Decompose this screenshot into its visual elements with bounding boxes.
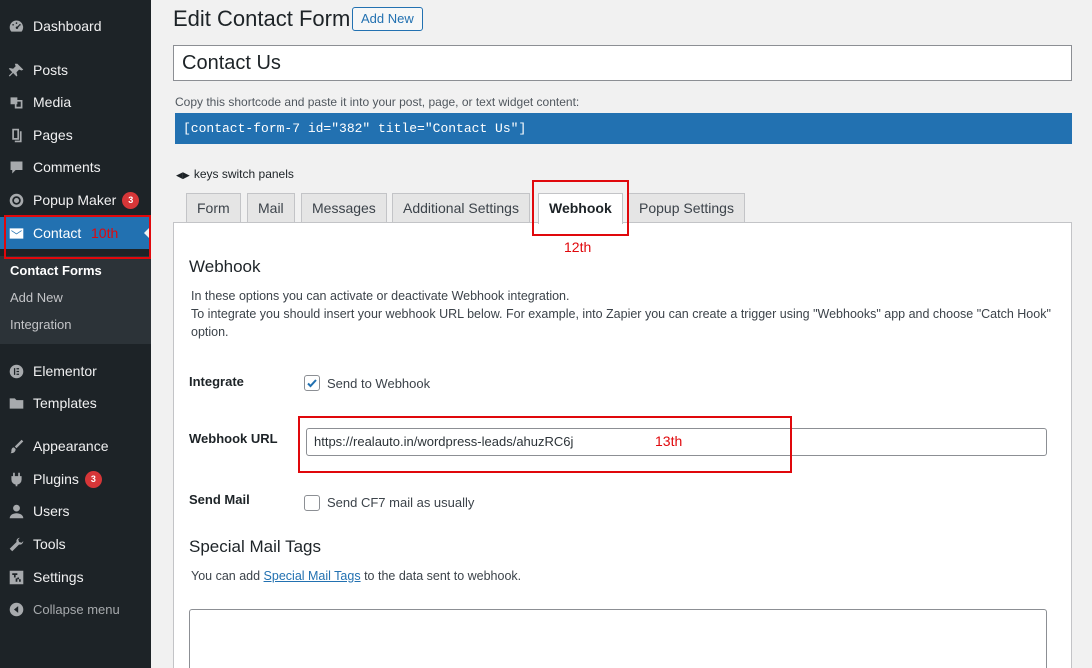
brush-icon (6, 436, 26, 456)
tab-popup-settings[interactable]: Popup Settings (628, 193, 745, 223)
menu-label: Templates (33, 395, 97, 411)
description-line-2: To integrate you should insert your webh… (191, 307, 1051, 339)
send-cf7-mail-label: Send CF7 mail as usually (327, 495, 475, 510)
collapse-icon (6, 599, 26, 619)
annotation-label-webhook-url: 13th (655, 433, 683, 449)
menu-label: Collapse menu (33, 601, 120, 617)
tab-form[interactable]: Form (186, 193, 241, 223)
menu-label: Popup Maker (33, 192, 117, 208)
keys-hint-text: keys switch panels (193, 167, 294, 181)
annotation-box-contact (4, 215, 151, 259)
arrows-icon: ◀▶ (176, 170, 190, 180)
dashboard-icon (6, 16, 26, 36)
contact-submenu: Contact Forms Add New Integration (0, 256, 151, 344)
tags-text-post: to the data sent to webhook. (364, 569, 522, 583)
menu-appearance[interactable]: Appearance (0, 430, 151, 462)
annotation-label-webhook-tab: 12th (564, 239, 592, 255)
send-to-webhook-checkbox[interactable] (304, 375, 320, 391)
menu-label: Tools (33, 536, 66, 552)
menu-plugins[interactable]: Plugins 3 (0, 463, 151, 495)
special-mail-tags-textarea[interactable] (189, 609, 1047, 668)
menu-posts[interactable]: Posts (0, 54, 151, 86)
panel-heading: Webhook (189, 257, 261, 276)
submenu-add-new[interactable]: Add New (10, 290, 63, 305)
annotation-label-contact: 10th (91, 225, 119, 241)
pin-icon (6, 60, 26, 80)
menu-pages[interactable]: Pages (0, 119, 151, 151)
special-mail-tags-heading: Special Mail Tags (189, 537, 321, 556)
menu-label: Users (33, 503, 70, 519)
menu-dashboard[interactable]: Dashboard (0, 10, 151, 42)
admin-sidebar: Dashboard Posts Media Pages Comments Pop… (0, 0, 151, 668)
annotation-box-webhook-tab (532, 180, 629, 236)
popup-icon (6, 190, 26, 210)
menu-label: Dashboard (33, 18, 102, 34)
annotation-box-webhook-url (298, 416, 792, 473)
media-icon (6, 92, 26, 112)
page-title: Edit Contact Form (173, 6, 351, 31)
menu-label: Elementor (33, 363, 97, 379)
tab-additional-settings[interactable]: Additional Settings (392, 193, 530, 223)
user-icon (6, 501, 26, 521)
collapse-menu-button[interactable]: Collapse menu (0, 593, 151, 625)
menu-label: Comments (33, 159, 101, 175)
settings-icon (6, 567, 26, 587)
menu-tools[interactable]: Tools (0, 528, 151, 560)
special-mail-tags-text: You can add Special Mail Tags to the dat… (191, 567, 521, 585)
menu-settings[interactable]: Settings (0, 561, 151, 593)
shortcode-field[interactable]: [contact-form-7 id="382" title="Contact … (175, 113, 1072, 144)
tab-messages[interactable]: Messages (301, 193, 387, 223)
webhook-url-label: Webhook URL (189, 431, 278, 446)
menu-templates[interactable]: Templates (0, 387, 151, 419)
menu-popup-maker[interactable]: Popup Maker 3 (0, 184, 151, 216)
tab-mail[interactable]: Mail (247, 193, 295, 223)
wrench-icon (6, 534, 26, 554)
panel-description: In these options you can activate or dea… (191, 287, 1061, 341)
submenu-integration[interactable]: Integration (10, 317, 71, 332)
shortcode-hint: Copy this shortcode and paste it into yo… (175, 95, 580, 109)
tags-text-pre: You can add (191, 569, 261, 583)
description-line-1: In these options you can activate or dea… (191, 289, 570, 303)
special-mail-tags-link[interactable]: Special Mail Tags (264, 569, 361, 583)
menu-label: Appearance (33, 438, 109, 454)
menu-label: Settings (33, 569, 84, 585)
menu-media[interactable]: Media (0, 86, 151, 118)
menu-label: Pages (33, 127, 73, 143)
send-cf7-mail-checkbox[interactable] (304, 495, 320, 511)
form-title-input[interactable]: Contact Us (173, 45, 1072, 81)
pages-icon (6, 125, 26, 145)
keys-hint: ◀▶ keys switch panels (176, 167, 294, 181)
plugin-icon (6, 469, 26, 489)
submenu-contact-forms[interactable]: Contact Forms (10, 263, 102, 278)
send-mail-label: Send Mail (189, 492, 250, 507)
update-badge: 3 (84, 470, 102, 488)
elementor-icon (6, 361, 26, 381)
menu-elementor[interactable]: Elementor (0, 355, 151, 387)
checkmark-icon (307, 379, 317, 388)
integrate-label: Integrate (189, 374, 244, 389)
menu-users[interactable]: Users (0, 495, 151, 527)
update-badge: 3 (122, 191, 140, 209)
send-to-webhook-label: Send to Webhook (327, 376, 431, 391)
folder-icon (6, 393, 26, 413)
menu-comments[interactable]: Comments (0, 151, 151, 183)
menu-label: Posts (33, 62, 69, 78)
menu-label: Media (33, 94, 72, 110)
comments-icon (6, 157, 26, 177)
menu-label: Plugins (33, 471, 79, 487)
add-new-button[interactable]: Add New (352, 7, 423, 31)
